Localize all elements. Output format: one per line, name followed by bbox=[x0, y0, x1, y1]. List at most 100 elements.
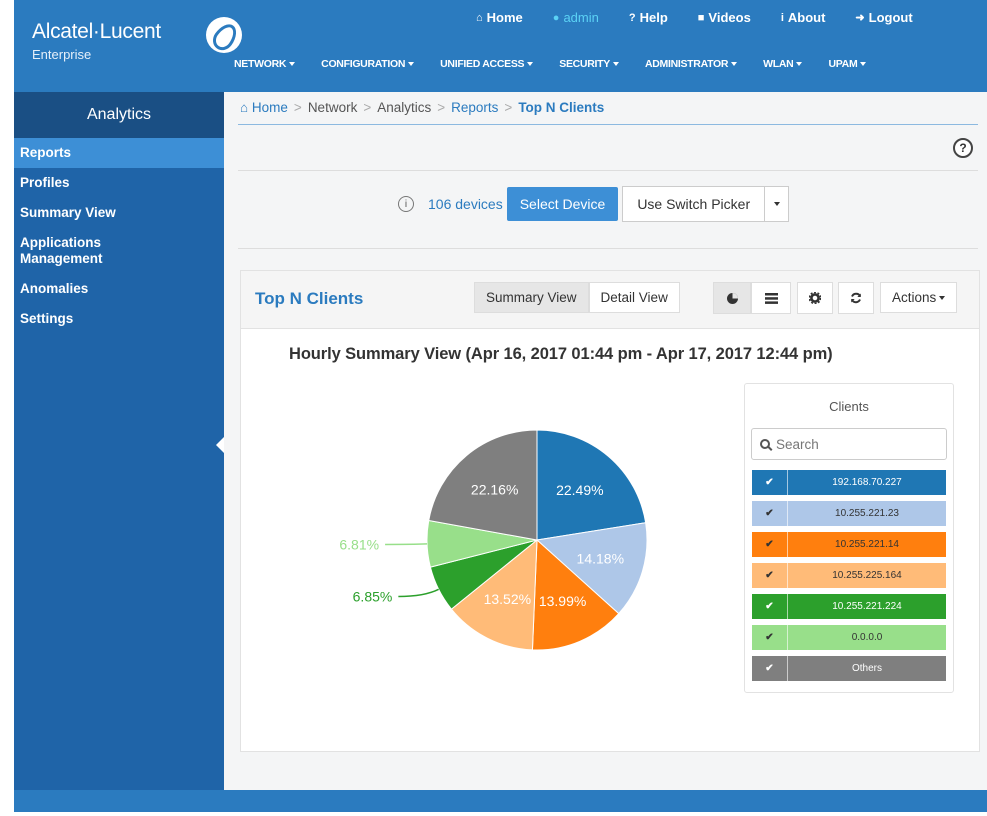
settings-button[interactable] bbox=[797, 282, 833, 314]
slice-label: 13.52% bbox=[484, 591, 531, 607]
legend-item[interactable]: ✔ 10.255.221.224 bbox=[752, 594, 946, 619]
sidebar-item-anomalies[interactable]: Anomalies bbox=[14, 274, 224, 304]
panel-title: Top N Clients bbox=[255, 289, 364, 308]
footer-bar bbox=[14, 790, 987, 812]
nav-label: UNIFIED ACCESS bbox=[440, 58, 525, 70]
legend-label: 10.255.221.23 bbox=[835, 508, 899, 519]
nav-wlan[interactable]: WLAN bbox=[763, 58, 803, 70]
leader-line bbox=[398, 588, 439, 598]
legend-item[interactable]: ✔ 10.255.225.164 bbox=[752, 563, 946, 588]
checkbox-icon[interactable]: ✔ bbox=[752, 501, 788, 526]
top-link-about[interactable]: i About bbox=[781, 10, 826, 25]
home-icon: ⌂ bbox=[240, 100, 252, 115]
slice-label: 6.85% bbox=[353, 588, 393, 604]
sidebar-item-reports[interactable]: Reports bbox=[14, 138, 224, 168]
nav-administrator[interactable]: ADMINISTRATOR bbox=[645, 58, 738, 70]
nav-network[interactable]: NETWORK bbox=[234, 58, 296, 70]
nav-security[interactable]: SECURITY bbox=[559, 58, 619, 70]
collapse-sidebar-icon[interactable] bbox=[216, 437, 224, 453]
brand-mark-icon bbox=[206, 17, 242, 53]
devices-count-link[interactable]: 106 devices bbox=[428, 196, 503, 212]
detail-view-button[interactable]: Detail View bbox=[588, 282, 680, 313]
checkbox-icon[interactable]: ✔ bbox=[752, 563, 788, 588]
table-view-button[interactable] bbox=[751, 282, 791, 314]
legend-item[interactable]: ✔ Others bbox=[752, 656, 946, 681]
nav-upam[interactable]: UPAM bbox=[828, 58, 867, 70]
top-header: Alcatel·Lucent Enterprise ⌂ Home ● admin? He… bbox=[14, 0, 987, 92]
summary-view-button[interactable]: Summary View bbox=[474, 282, 589, 313]
breadcrumb-home[interactable]: ⌂ Home bbox=[240, 100, 288, 115]
breadcrumb-home-label: Home bbox=[251, 100, 288, 115]
home-icon: ⌂ bbox=[476, 11, 483, 24]
checkbox-icon[interactable]: ✔ bbox=[752, 470, 788, 495]
pie-chart-area: 22.49% 14.18% 13.99% 13.52% 6.85% 6.81% 22.16% bbox=[241, 371, 741, 751]
legend-item[interactable]: ✔ 0.0.0.0 bbox=[752, 625, 946, 650]
breadcrumb-item[interactable]: Network bbox=[308, 100, 358, 115]
checkbox-icon[interactable]: ✔ bbox=[752, 594, 788, 619]
slice-label: 13.99% bbox=[539, 593, 586, 609]
top-links: ⌂ Home ● admin? Help ■ Videos i About ➜ Logout bbox=[476, 10, 943, 25]
chevron-down-icon bbox=[860, 62, 867, 67]
breadcrumb-divider bbox=[238, 124, 978, 125]
use-switch-picker-button[interactable]: Use Switch Picker bbox=[622, 186, 766, 222]
list-icon bbox=[764, 292, 778, 304]
breadcrumb-item[interactable]: Analytics bbox=[377, 100, 431, 115]
pie-chart-view-button[interactable] bbox=[713, 282, 751, 314]
help-icon[interactable]: ? bbox=[953, 138, 973, 158]
clients-legend: Clients Search ✔ 192.168.70.227 ✔ 10.255.22… bbox=[744, 383, 954, 693]
divider bbox=[238, 170, 978, 171]
nav-label: NETWORK bbox=[234, 58, 287, 70]
legend-item[interactable]: ✔ 192.168.70.227 bbox=[752, 470, 946, 495]
select-device-button[interactable]: Select Device bbox=[506, 187, 619, 221]
divider bbox=[238, 248, 978, 249]
slice-label: 14.18% bbox=[577, 551, 624, 567]
help-icon: ? bbox=[628, 11, 636, 24]
top-link-admin[interactable]: ● admin bbox=[553, 10, 599, 25]
breadcrumb-item: Top N Clients bbox=[518, 100, 605, 115]
sidebar-item-summary-view[interactable]: Summary View bbox=[14, 198, 224, 228]
sidebar-menu: Reports Profiles Summary View Applications … bbox=[14, 138, 224, 334]
checkbox-icon[interactable]: ✔ bbox=[752, 656, 788, 681]
breadcrumb: ⌂ Home > Network > Analytics > Reports > Top N C… bbox=[240, 100, 604, 115]
chevron-down-icon bbox=[773, 202, 780, 206]
switch-picker-dropdown-button[interactable] bbox=[765, 186, 790, 222]
chevron-down-icon bbox=[796, 62, 803, 67]
sidebar-item-applications-management[interactable]: Applications Management bbox=[14, 228, 124, 274]
info-icon[interactable]: i bbox=[398, 196, 414, 212]
checkbox-icon[interactable]: ✔ bbox=[752, 625, 788, 650]
top-link-label: admin bbox=[563, 10, 599, 25]
user-icon: ● bbox=[552, 11, 560, 24]
brand-logo[interactable]: Alcatel·Lucent Enterprise bbox=[32, 17, 242, 62]
legend-list: ✔ 192.168.70.227 ✔ 10.255.221.23 ✔ 10.255.221… bbox=[745, 470, 953, 681]
top-link-label: Help bbox=[639, 10, 668, 25]
actions-dropdown-button[interactable]: Actions bbox=[880, 282, 958, 313]
legend-label: 10.255.225.164 bbox=[832, 570, 902, 581]
chevron-down-icon bbox=[612, 62, 619, 67]
legend-label: 192.168.70.227 bbox=[832, 477, 902, 488]
sidebar-item-profiles[interactable]: Profiles bbox=[14, 168, 224, 198]
slice-label: 6.81% bbox=[339, 536, 379, 552]
video-icon: ■ bbox=[697, 11, 705, 24]
top-link-home[interactable]: ⌂ Home bbox=[476, 10, 523, 25]
top-link-help[interactable]: ? Help bbox=[629, 10, 668, 25]
top-link-logout[interactable]: ➜ Logout bbox=[855, 10, 912, 25]
legend-search-input[interactable]: Search bbox=[751, 428, 947, 460]
sidebar-title: Analytics bbox=[14, 92, 224, 138]
checkbox-icon[interactable]: ✔ bbox=[752, 532, 788, 557]
breadcrumb-item[interactable]: Reports bbox=[451, 100, 498, 115]
legend-item[interactable]: ✔ 10.255.221.23 bbox=[752, 501, 946, 526]
chevron-down-icon bbox=[408, 62, 415, 67]
legend-item[interactable]: ✔ 10.255.221.14 bbox=[752, 532, 946, 557]
nav-unified-access[interactable]: UNIFIED ACCESS bbox=[440, 58, 534, 70]
panel-header: Top N Clients Summary View Detail View A… bbox=[241, 271, 979, 329]
sidebar-item-settings[interactable]: Settings bbox=[14, 304, 224, 334]
top-link-label: About bbox=[787, 10, 826, 25]
view-toggle: Summary View Detail View bbox=[474, 282, 680, 313]
refresh-button[interactable] bbox=[838, 282, 874, 314]
pie-chart: 22.49% 14.18% 13.99% 13.52% 6.85% 6.81% 22.16% bbox=[339, 429, 648, 651]
top-link-videos[interactable]: ■ Videos bbox=[698, 10, 751, 25]
slice-label: 22.16% bbox=[471, 481, 518, 497]
main-navigation: NETWORK CONFIGURATION UNIFIED ACCESS SECURI… bbox=[234, 58, 892, 70]
refresh-icon bbox=[851, 292, 861, 304]
nav-configuration[interactable]: CONFIGURATION bbox=[321, 58, 415, 70]
